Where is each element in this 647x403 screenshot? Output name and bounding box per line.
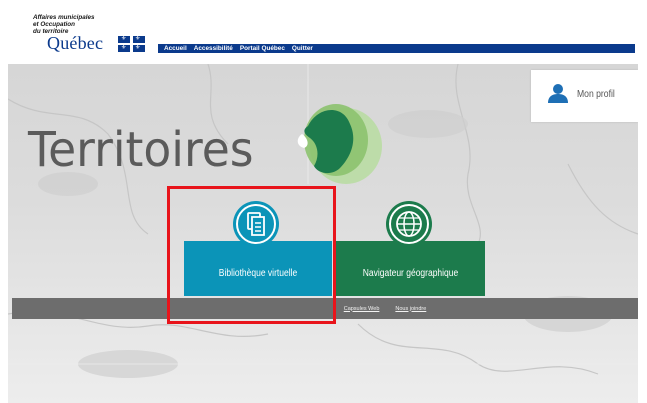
page-title: Territoires bbox=[28, 122, 254, 178]
document-icon bbox=[236, 204, 276, 244]
hero-banner: Mon profil Territoires Bibliothèque virt… bbox=[8, 64, 638, 403]
nav-link-portail[interactable]: Portail Québec bbox=[240, 44, 285, 53]
nav-link-accessibilite[interactable]: Accessibilité bbox=[194, 44, 233, 53]
bibliotheque-icon-circle[interactable] bbox=[233, 201, 279, 247]
footer-bar: Capsules Web Nous joindre bbox=[12, 298, 638, 319]
quebec-flag-icon: ⚜ ⚜ ⚜ ⚜ bbox=[118, 36, 145, 52]
nav-link-quitter[interactable]: Quitter bbox=[292, 44, 313, 53]
tile-label-navigateur: Navigateur géographique bbox=[362, 268, 459, 279]
user-icon bbox=[547, 82, 569, 104]
navigateur-icon-circle[interactable] bbox=[386, 201, 432, 247]
nav-link-accueil[interactable]: Accueil bbox=[164, 44, 187, 53]
territoires-logo-icon bbox=[297, 104, 382, 184]
profile-label: Mon profil bbox=[577, 88, 615, 100]
nous-joindre-link[interactable]: Nous joindre bbox=[395, 306, 426, 312]
capsules-web-link[interactable]: Capsules Web bbox=[344, 306, 380, 312]
profile-button[interactable]: Mon profil bbox=[531, 70, 638, 122]
page-header: Affaires municipales et Occupation du te… bbox=[0, 0, 647, 62]
navigateur-geographique-tile[interactable]: Navigateur géographique bbox=[336, 241, 485, 296]
globe-icon bbox=[389, 204, 429, 244]
bibliotheque-virtuelle-tile[interactable]: Bibliothèque virtuelle bbox=[184, 241, 332, 296]
top-navigation: Accueil Accessibilité Portail Québec Qui… bbox=[158, 44, 635, 53]
quebec-logo-text: Québec bbox=[47, 33, 104, 53]
tile-label-bibliotheque: Bibliothèque virtuelle bbox=[218, 268, 298, 279]
